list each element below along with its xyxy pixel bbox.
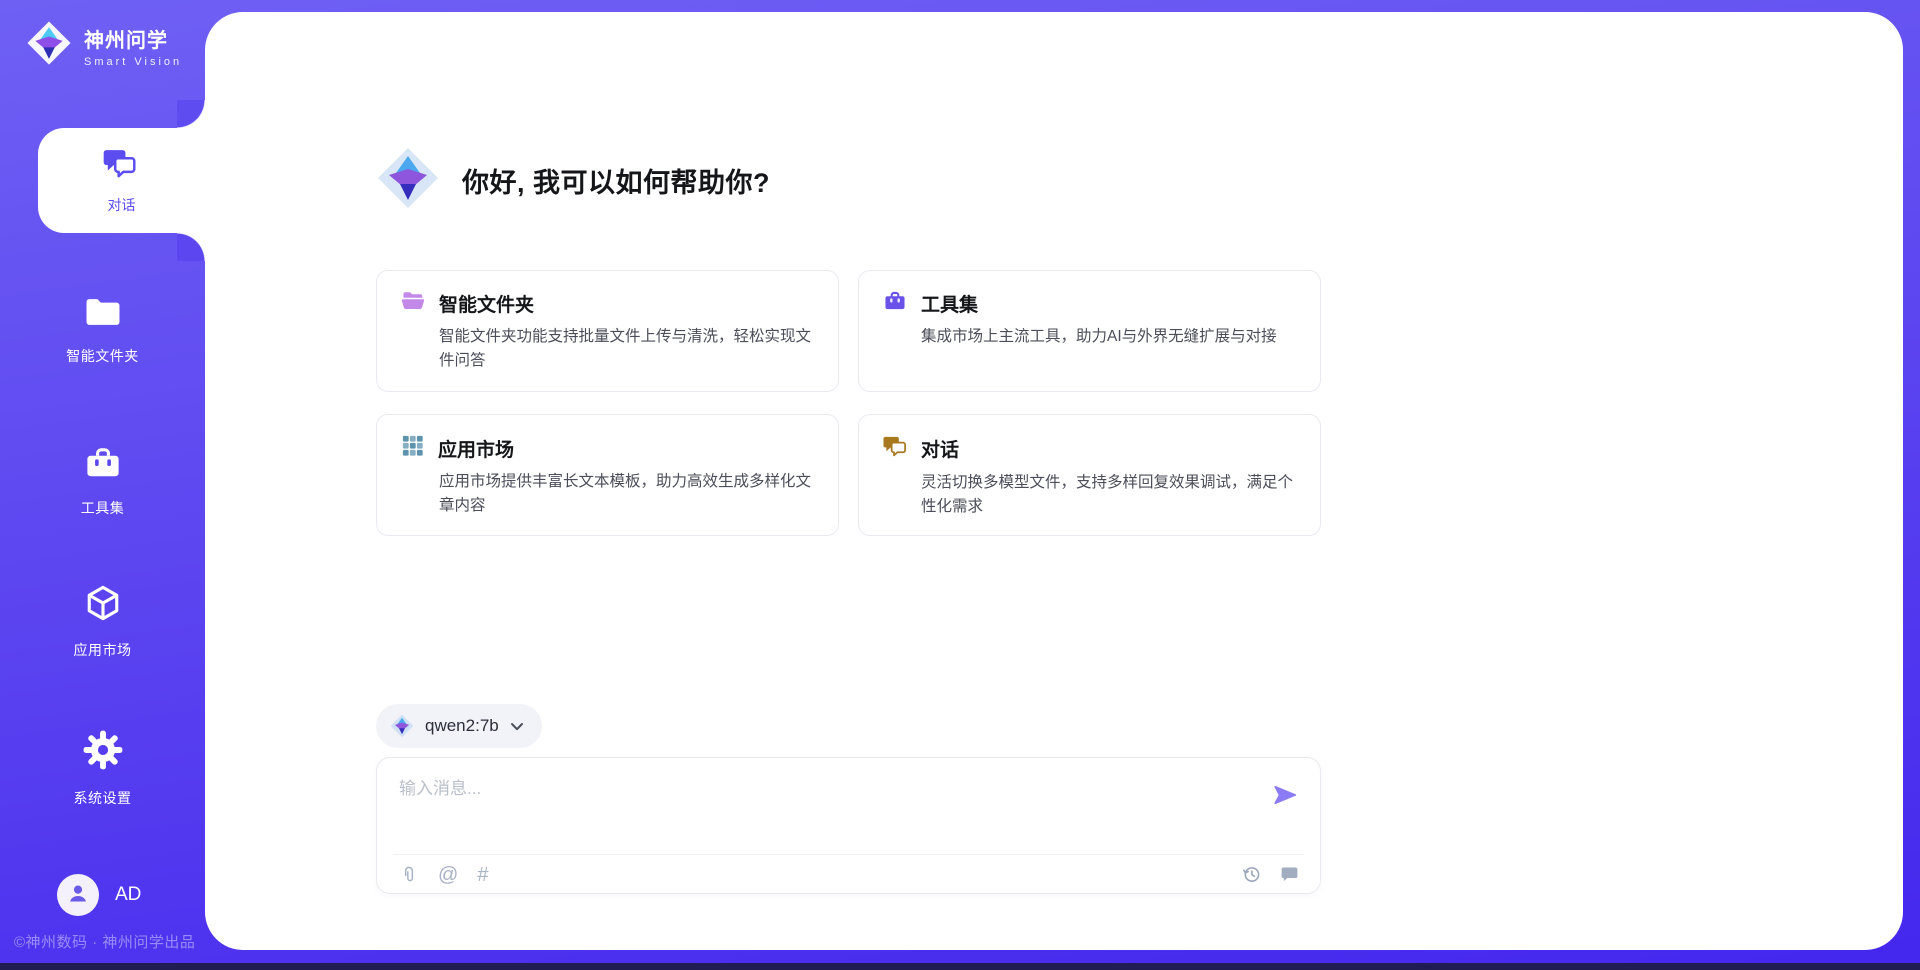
user-initials: AD <box>115 884 141 906</box>
toolbox-icon <box>883 290 907 317</box>
card-smart-folder[interactable]: 智能文件夹 智能文件夹功能支持批量文件上传与清洗，轻松实现文件问答 <box>376 270 839 392</box>
sidebar-item-label: 应用市场 <box>74 640 132 660</box>
chat-bubbles-icon <box>883 434 907 463</box>
hash-icon[interactable]: # <box>477 865 488 885</box>
sidebar-item-settings[interactable]: 系统设置 <box>0 729 205 808</box>
sidebar-item-label: 智能文件夹 <box>66 346 139 366</box>
card-title: 智能文件夹 <box>439 290 534 317</box>
sidebar-item-chat[interactable]: 对话 <box>38 128 205 233</box>
greeting-title: 你好, 我可以如何帮助你? <box>462 161 770 200</box>
bottom-strip <box>0 963 1920 970</box>
history-clock-icon[interactable] <box>1241 864 1262 885</box>
card-toolset[interactable]: 工具集 集成市场上主流工具，助力AI与外界无缝扩展与对接 <box>858 270 1321 392</box>
chat-bubbles-icon <box>105 146 139 185</box>
sidebar-item-label: 系统设置 <box>74 788 132 808</box>
send-button[interactable] <box>1270 782 1300 812</box>
folder-icon <box>84 295 122 334</box>
user-chip[interactable]: AD <box>57 874 141 916</box>
paperclip-icon[interactable] <box>399 864 419 886</box>
brand-subtitle: Smart Vision <box>84 56 182 68</box>
sidebar-item-app-market[interactable]: 应用市场 <box>0 583 205 660</box>
greeting: 你好, 我可以如何帮助你? <box>376 146 770 215</box>
grid-icon <box>401 434 424 462</box>
sidebar-item-smart-folder[interactable]: 智能文件夹 <box>0 295 205 366</box>
model-selector[interactable]: qwen2:7b <box>376 704 542 748</box>
card-description: 集成市场上主流工具，助力AI与外界无缝扩展与对接 <box>921 325 1296 349</box>
card-title: 工具集 <box>921 290 978 317</box>
diamond-logo-icon <box>390 714 414 738</box>
message-input[interactable] <box>399 774 1199 840</box>
brand-name: 神州问学 <box>84 24 182 53</box>
brand: 神州问学 Smart Vision <box>26 20 182 71</box>
tab-fillet-bottom <box>177 233 205 261</box>
person-icon <box>66 881 90 910</box>
chat-bubble-icon[interactable] <box>1279 864 1300 885</box>
folder-open-icon <box>401 290 425 317</box>
avatar <box>57 874 99 916</box>
card-title: 应用市场 <box>438 435 514 462</box>
diamond-logo-icon <box>26 20 72 71</box>
feature-cards: 智能文件夹 智能文件夹功能支持批量文件上传与清洗，轻松实现文件问答 工具集 集成… <box>376 270 1321 536</box>
sidebar-item-label: 对话 <box>108 195 136 215</box>
diamond-logo-icon <box>376 146 440 215</box>
composer-toolbar: @ # <box>399 855 1300 894</box>
at-sign-icon[interactable]: @ <box>438 865 458 885</box>
card-description: 智能文件夹功能支持批量文件上传与清洗，轻松实现文件问答 <box>439 325 814 373</box>
cube-icon <box>83 583 123 628</box>
sidebar-item-toolset[interactable]: 工具集 <box>0 445 205 518</box>
model-name: qwen2:7b <box>425 716 499 736</box>
sidebar-item-label: 工具集 <box>81 498 125 518</box>
tab-fillet-top <box>177 100 205 128</box>
card-app-market[interactable]: 应用市场 应用市场提供丰富长文本模板，助力高效生成多样化文章内容 <box>376 414 839 536</box>
card-title: 对话 <box>921 435 959 462</box>
card-description: 灵活切换多模型文件，支持多样回复效果调试，满足个性化需求 <box>921 471 1296 519</box>
send-plane-icon <box>1272 782 1298 813</box>
card-description: 应用市场提供丰富长文本模板，助力高效生成多样化文章内容 <box>439 470 814 518</box>
sidebar-footer: ©神州数码 · 神州问学出品 <box>14 931 195 952</box>
card-chat[interactable]: 对话 灵活切换多模型文件，支持多样回复效果调试，满足个性化需求 <box>858 414 1321 536</box>
message-composer: @ # <box>376 757 1321 894</box>
gear-icon <box>82 729 124 776</box>
chevron-down-icon <box>510 721 524 732</box>
toolbox-icon <box>83 445 123 486</box>
